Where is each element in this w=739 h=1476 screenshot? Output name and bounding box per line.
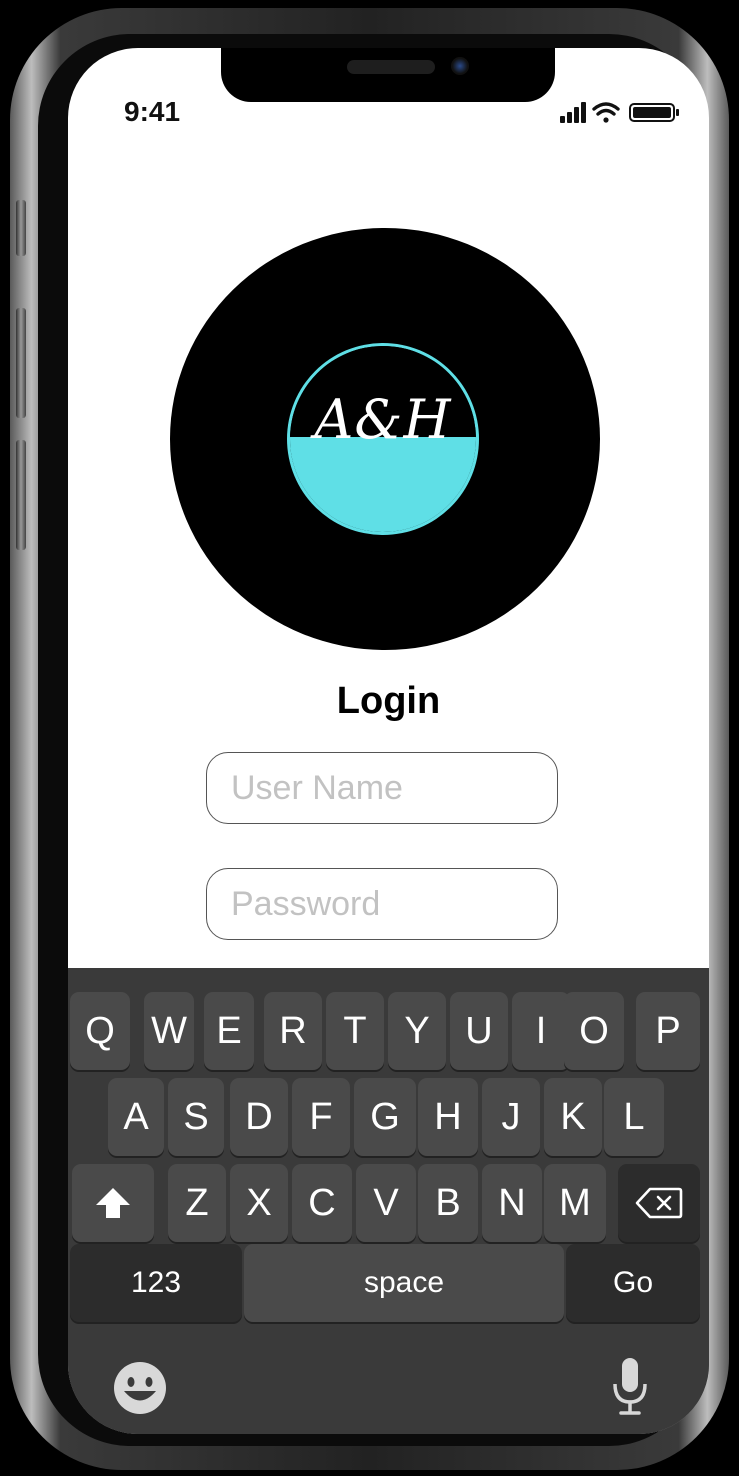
key-k[interactable]: K xyxy=(544,1078,602,1156)
key-b[interactable]: B xyxy=(418,1164,478,1242)
key-n[interactable]: N xyxy=(482,1164,542,1242)
key-y[interactable]: Y xyxy=(388,992,446,1070)
keyboard-row-1: Q W E R T Y U I O P xyxy=(68,992,709,1072)
notch xyxy=(221,48,555,102)
status-time: 9:41 xyxy=(124,96,181,127)
key-o[interactable]: O xyxy=(564,992,624,1070)
key-d[interactable]: D xyxy=(230,1078,288,1156)
key-z[interactable]: Z xyxy=(168,1164,226,1242)
numbers-key-label: 123 xyxy=(130,1266,182,1299)
logo-badge: A&H xyxy=(290,346,476,532)
keyboard-accessory-bar xyxy=(68,1338,709,1434)
password-input[interactable] xyxy=(206,868,558,940)
key-e[interactable]: E xyxy=(204,992,254,1070)
key-j[interactable]: J xyxy=(482,1078,540,1156)
key-t[interactable]: T xyxy=(326,992,384,1070)
key-p[interactable]: P xyxy=(636,992,700,1070)
signal-icon xyxy=(560,102,586,123)
backspace-key[interactable] xyxy=(618,1164,700,1242)
keyboard-row-3: Z X C V B N M xyxy=(68,1164,709,1244)
speaker-grille xyxy=(347,60,435,74)
key-m[interactable]: M xyxy=(544,1164,606,1242)
key-g[interactable]: G xyxy=(354,1078,416,1156)
key-v[interactable]: V xyxy=(356,1164,416,1242)
key-s[interactable]: S xyxy=(168,1078,224,1156)
key-x[interactable]: X xyxy=(230,1164,288,1242)
space-key[interactable]: space xyxy=(244,1244,564,1322)
key-r[interactable]: R xyxy=(264,992,322,1070)
space-key-label: space xyxy=(363,1266,445,1299)
backspace-icon xyxy=(635,1187,683,1219)
shift-key[interactable] xyxy=(72,1164,154,1242)
go-key-label: Go xyxy=(612,1266,654,1299)
screen: 9:41 A&H Login Q W E R T xyxy=(68,48,709,1434)
key-f[interactable]: F xyxy=(292,1078,350,1156)
camera-icon xyxy=(451,57,469,75)
numbers-key[interactable]: 123 xyxy=(70,1244,242,1322)
key-q[interactable]: Q xyxy=(70,992,130,1070)
keyboard-row-2: A S D F G H J K L xyxy=(68,1078,709,1158)
mute-switch xyxy=(16,200,26,256)
keyboard-row-4: 123 space Go xyxy=(68,1244,709,1324)
key-a[interactable]: A xyxy=(108,1078,164,1156)
wifi-icon xyxy=(592,102,620,123)
key-w[interactable]: W xyxy=(144,992,194,1070)
key-i[interactable]: I xyxy=(512,992,570,1070)
volume-down-button xyxy=(16,440,26,550)
go-key[interactable]: Go xyxy=(566,1244,700,1322)
key-c[interactable]: C xyxy=(292,1164,352,1242)
key-h[interactable]: H xyxy=(418,1078,478,1156)
emoji-icon[interactable] xyxy=(112,1360,168,1416)
key-l[interactable]: L xyxy=(604,1078,664,1156)
page-title: Login xyxy=(336,680,441,722)
microphone-icon[interactable] xyxy=(610,1356,650,1418)
shift-icon xyxy=(96,1188,130,1218)
key-u[interactable]: U xyxy=(450,992,508,1070)
logo-text: A&H xyxy=(314,388,452,451)
status-icons xyxy=(560,102,679,123)
username-input[interactable] xyxy=(206,752,558,824)
volume-up-button xyxy=(16,308,26,418)
battery-icon xyxy=(629,103,679,122)
